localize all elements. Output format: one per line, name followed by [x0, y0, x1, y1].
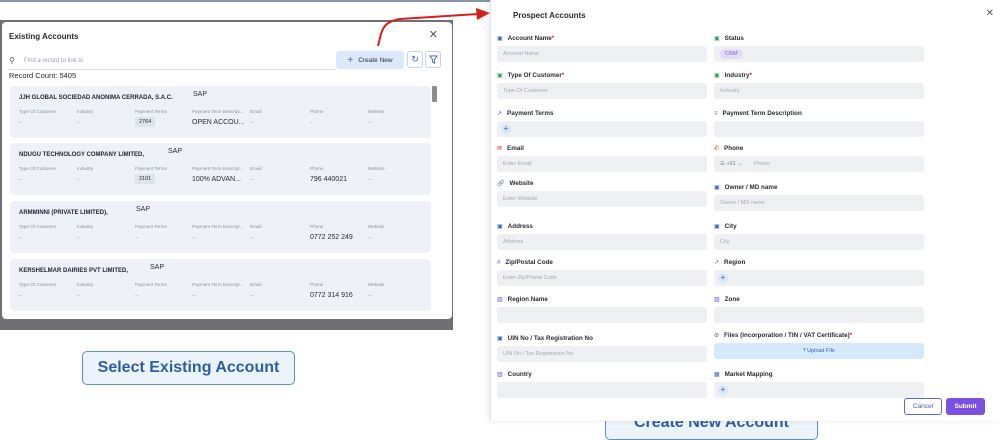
arrow-head	[476, 8, 490, 20]
arrow-annotation	[377, 8, 490, 47]
arrow-line	[377, 13, 479, 47]
